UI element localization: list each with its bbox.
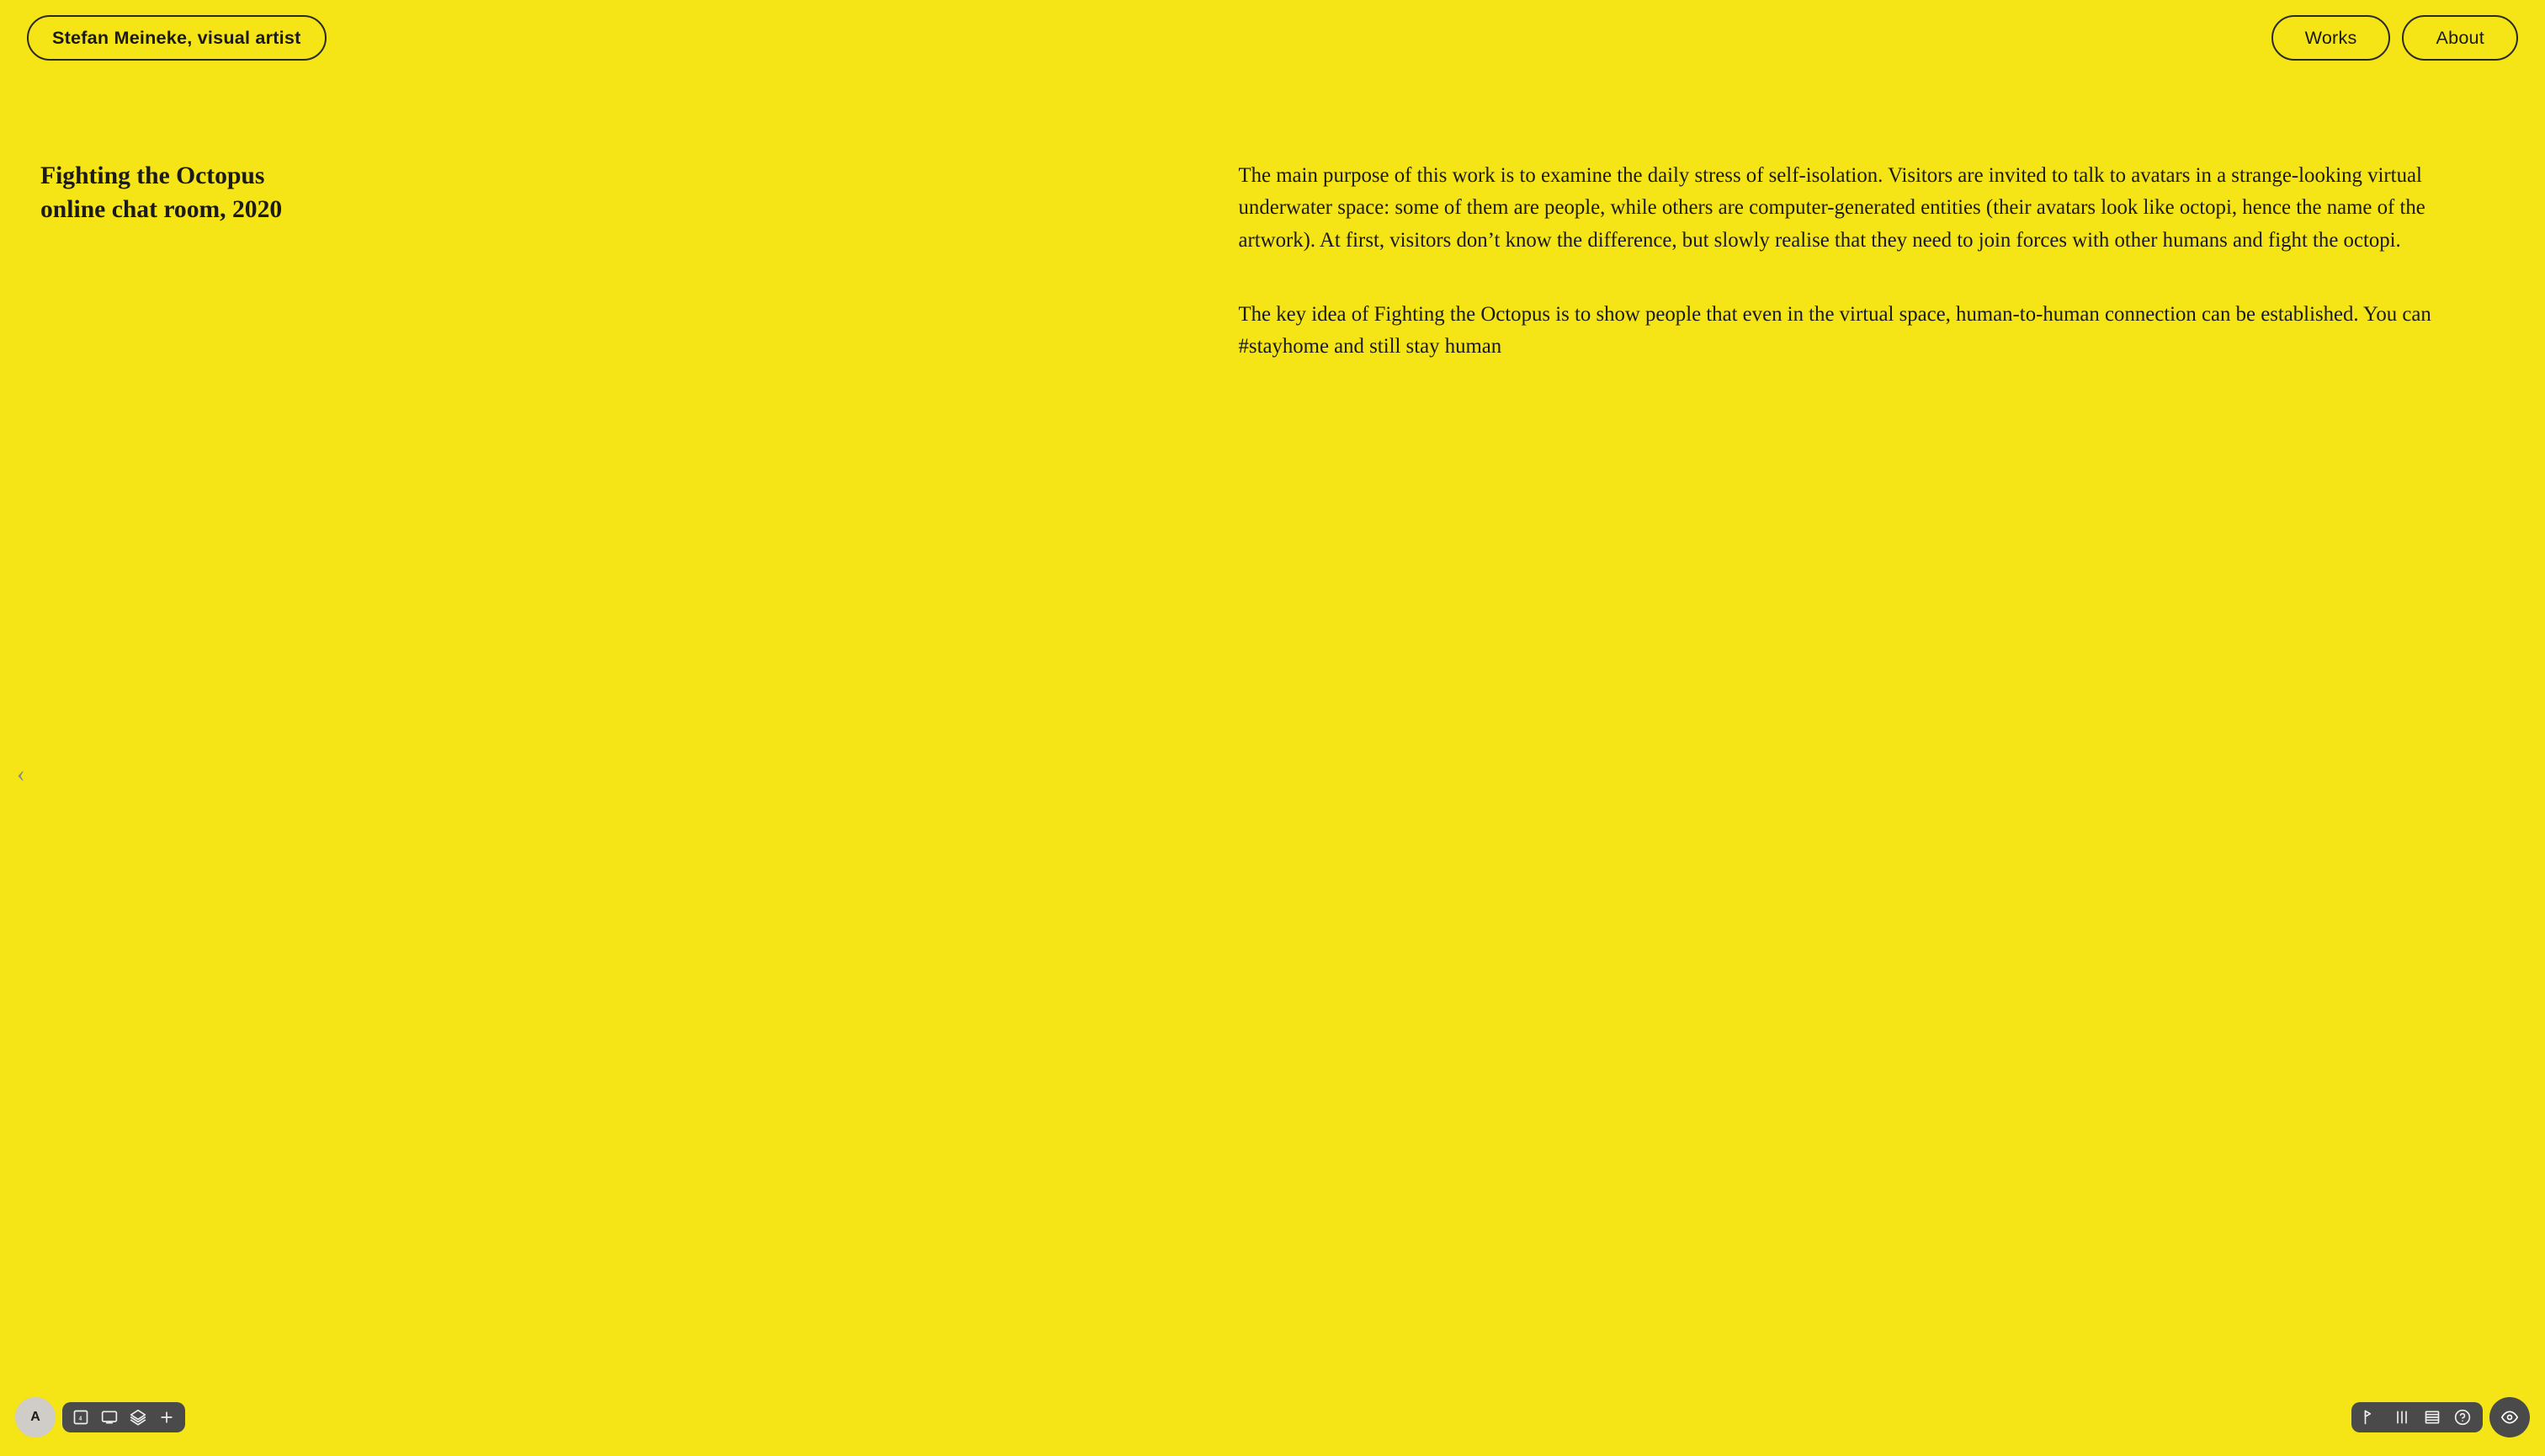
artwork-title: Fighting the Octopus online chat room, 2… <box>40 160 1182 227</box>
bottom-toolbar-right <box>2351 1397 2530 1437</box>
add-tool-icon[interactable] <box>158 1409 175 1426</box>
works-nav-button[interactable]: Works <box>2271 15 2391 61</box>
help-tool-icon[interactable] <box>2454 1409 2471 1426</box>
main-content: Fighting the Octopus online chat room, 2… <box>0 0 2545 1456</box>
site-title-button[interactable]: Stefan Meineke, visual artist <box>27 15 327 61</box>
prev-arrow[interactable]: ‹ <box>17 761 25 789</box>
tool-group-left: 4 <box>62 1402 185 1432</box>
screen-tool-icon[interactable] <box>101 1409 118 1426</box>
nav-buttons: Works About <box>2271 15 2518 61</box>
rows-tool-icon[interactable] <box>2424 1409 2441 1426</box>
layers-tool-icon[interactable] <box>130 1409 146 1426</box>
artwork-title-line1: Fighting the Octopus <box>40 162 264 189</box>
artwork-description: The main purpose of this work is to exam… <box>1239 160 2495 364</box>
svg-text:4: 4 <box>79 1414 82 1421</box>
artwork-title-line2: online chat room, 2020 <box>40 196 282 223</box>
right-panel: The main purpose of this work is to exam… <box>1222 93 2545 1456</box>
header: Stefan Meineke, visual artist Works Abou… <box>0 0 2545 76</box>
description-paragraph-2: The key idea of Fighting the Octopus is … <box>1239 299 2495 364</box>
columns-tool-icon[interactable] <box>2394 1409 2410 1426</box>
flag-tool-icon[interactable] <box>2363 1409 2380 1426</box>
bottom-toolbar-left: A 4 <box>15 1397 185 1437</box>
description-paragraph-1: The main purpose of this work is to exam… <box>1239 160 2495 257</box>
avatar-button[interactable]: A <box>15 1397 56 1437</box>
eye-tool-button[interactable] <box>2489 1397 2530 1437</box>
tool-group-right <box>2351 1402 2483 1432</box>
frame-tool-icon[interactable]: 4 <box>72 1409 89 1426</box>
left-panel: Fighting the Octopus online chat room, 2… <box>0 93 1222 1456</box>
about-nav-button[interactable]: About <box>2402 15 2518 61</box>
